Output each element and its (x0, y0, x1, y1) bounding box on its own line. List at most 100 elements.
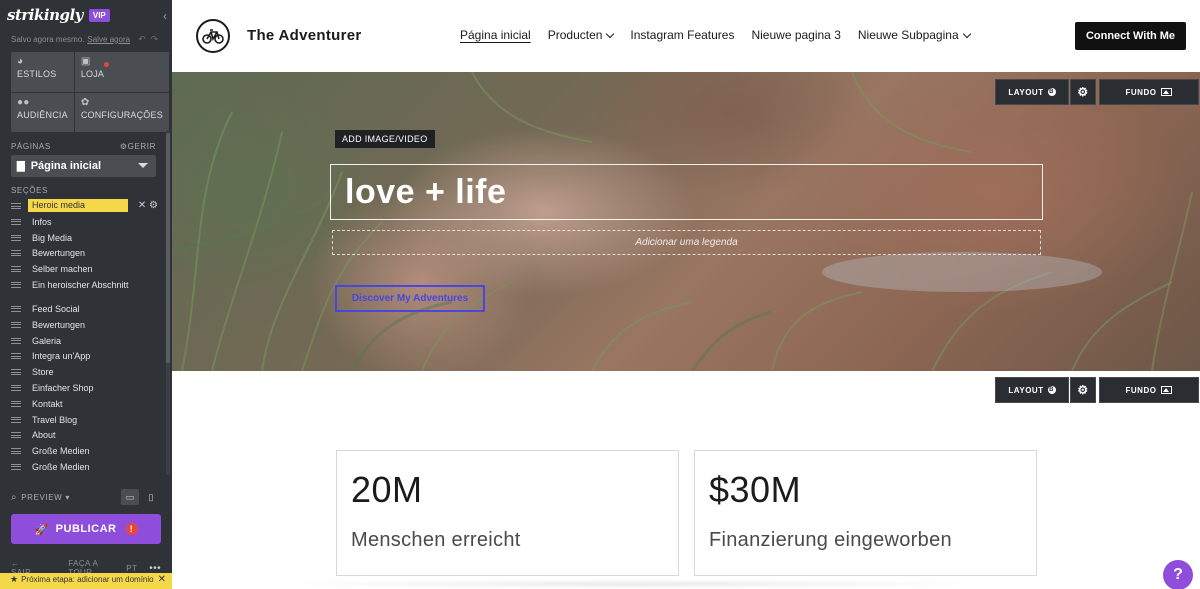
drag-handle-icon[interactable] (11, 463, 21, 470)
section-item[interactable]: Bewertungen (11, 246, 161, 262)
drag-handle-icon[interactable] (11, 369, 21, 376)
hero-background-image (172, 72, 1193, 371)
mobile-icon: ▯ (148, 491, 154, 502)
sidebar-scrollbar-thumb[interactable] (166, 133, 170, 363)
bicycle-icon[interactable] (196, 19, 230, 53)
drag-handle-icon[interactable] (11, 234, 21, 241)
section-name: Big Media (32, 232, 73, 243)
lock-icon: ▣ (80, 56, 91, 67)
section-item[interactable]: Ein heroischer Abschnitt (11, 278, 161, 302)
section-name: Heroic media (28, 199, 128, 212)
drag-handle-icon[interactable] (11, 203, 21, 209)
drag-handle-icon[interactable] (11, 266, 21, 273)
menu-styles[interactable]: ◕ ESTILOS (11, 52, 74, 92)
caption-field[interactable]: Adicionar uma legenda (332, 230, 1041, 255)
manage-pages-button[interactable]: ⚙GERIR (120, 142, 156, 151)
drag-handle-icon[interactable] (11, 384, 21, 391)
hero-section[interactable]: ADD IMAGE/VIDEO love + life Adicionar um… (172, 72, 1200, 371)
stat-card[interactable]: $30M Finanzierung eingeworben (694, 450, 1037, 576)
undo-icon[interactable]: ↶ (138, 34, 146, 45)
gear-icon[interactable]: ⚙ (149, 200, 158, 211)
menu-settings[interactable]: ✿ CONFIGURAÇÕES (74, 92, 169, 132)
section-item[interactable]: Galeria (11, 334, 161, 350)
hero-cta-button[interactable]: Discover My Adventures (335, 285, 485, 312)
section-item[interactable]: Selber machen (11, 262, 161, 278)
help-button[interactable]: ? (1163, 560, 1193, 589)
gear-icon: ⚙ (119, 142, 128, 151)
desktop-view-button[interactable]: ▭ (121, 489, 139, 505)
publish-button[interactable]: 🚀 PUBLICAR ! (11, 514, 161, 544)
brand-row: strikingly VIP (0, 0, 172, 30)
section-item[interactable]: Infos (11, 215, 161, 231)
section-item[interactable]: Einfacher Shop (11, 381, 161, 397)
add-media-button[interactable]: ADD IMAGE/VIDEO (335, 130, 435, 148)
section-item[interactable]: Große Medien (11, 444, 161, 460)
section-item[interactable]: Heroic media ✕ ⚙ (11, 199, 161, 215)
layout-button[interactable]: LAYOUT B (995, 377, 1069, 403)
menu-store[interactable]: ▣ LOJA (74, 52, 169, 92)
menu-label: ESTILOS (17, 69, 57, 79)
drag-handle-icon[interactable] (11, 305, 21, 312)
nav-links: Página inicial Producten Instagram Featu… (460, 28, 987, 42)
connect-button[interactable]: Connect With Me (1075, 22, 1186, 50)
close-icon[interactable]: ✕ (138, 200, 146, 211)
nav-link-instagram[interactable]: Instagram Features (630, 28, 734, 42)
menu-audience[interactable]: ●● AUDIÊNCIA (11, 92, 74, 132)
background-button[interactable]: FUNDO (1099, 79, 1199, 105)
section-name: Feed Social (32, 303, 80, 314)
section-item[interactable]: Store (11, 365, 161, 381)
section-settings-button[interactable]: ⚙ (1070, 79, 1096, 105)
divider-shadow (272, 579, 992, 589)
drag-handle-icon[interactable] (11, 416, 21, 423)
stat-card[interactable]: 20M Menschen erreicht (336, 450, 679, 576)
drag-handle-icon[interactable] (11, 400, 21, 407)
nav-link-products[interactable]: Producten (548, 28, 615, 42)
nav-link-subpage[interactable]: Nieuwe Subpagina (858, 28, 971, 42)
section-name: Bewertungen (32, 248, 86, 259)
page-selector[interactable]: ▇ Página inicial (11, 155, 156, 177)
section-item[interactable]: Kontakt (11, 397, 161, 413)
site-title[interactable]: The Adventurer (247, 27, 362, 44)
language-link[interactable]: PT (126, 564, 137, 573)
section-item[interactable]: Big Media (11, 231, 161, 247)
vip-badge: VIP (88, 8, 110, 22)
section-item[interactable]: Große Medien (11, 460, 161, 476)
drag-handle-icon[interactable] (11, 337, 21, 344)
nav-link-home[interactable]: Página inicial (460, 28, 531, 42)
star-icon: ★ (10, 574, 19, 584)
section-name: Store (32, 367, 54, 378)
chevron-down-icon (138, 163, 148, 168)
drag-handle-icon[interactable] (11, 353, 21, 360)
section-item[interactable]: Bewertungen (11, 318, 161, 334)
mobile-view-button[interactable]: ▯ (142, 489, 160, 505)
section-item[interactable]: Travel Blog (11, 413, 161, 429)
drag-handle-icon[interactable] (11, 218, 21, 225)
chevron-down-icon (962, 29, 971, 38)
background-button[interactable]: FUNDO (1099, 377, 1199, 403)
hero-title-editor[interactable]: love + life (330, 164, 1043, 220)
save-now-link[interactable]: Salve agora (87, 35, 130, 44)
layout-button[interactable]: LAYOUT B (995, 79, 1069, 105)
nav-link-page3[interactable]: Nieuwe pagina 3 (751, 28, 840, 42)
section-tools: ✕ ⚙ (138, 200, 158, 211)
drag-handle-icon[interactable] (11, 250, 21, 257)
next-step-banner[interactable]: ★ Próxima etapa: adicionar um domínio ✕ (0, 573, 172, 589)
people-icon: ●● (17, 96, 30, 108)
more-icon[interactable]: ••• (149, 563, 161, 574)
redo-icon[interactable]: ↷ (151, 34, 159, 45)
close-icon[interactable]: ✕ (158, 575, 166, 585)
section-name: Galeria (32, 335, 62, 346)
drag-handle-icon[interactable] (11, 432, 21, 439)
section-item[interactable]: Feed Social (11, 302, 161, 318)
stats-section[interactable]: LAYOUT B ⚙ FUNDO 20M Menschen erreicht $3… (172, 371, 1200, 589)
section-item[interactable]: Integra un'App (11, 349, 161, 365)
section-item[interactable]: About (11, 428, 161, 444)
notification-dot (103, 62, 109, 67)
drag-handle-icon[interactable] (11, 321, 21, 328)
drag-handle-icon[interactable] (11, 448, 21, 455)
collapse-sidebar-icon[interactable]: ‹ (163, 9, 167, 23)
menu-label: AUDIÊNCIA (17, 109, 68, 120)
site-navbar: The Adventurer Página inicial Producten … (172, 0, 1200, 72)
section-settings-button[interactable]: ⚙ (1070, 377, 1096, 403)
drag-handle-icon[interactable] (11, 281, 21, 288)
